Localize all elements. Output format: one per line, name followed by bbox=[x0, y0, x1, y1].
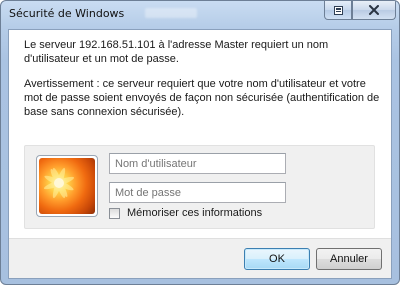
cancel-button[interactable]: Annuler bbox=[316, 248, 382, 270]
help-icon bbox=[333, 5, 343, 15]
dialog-body: Le serveur 192.168.51.101 à l'adresse Ma… bbox=[8, 29, 392, 279]
user-avatar bbox=[36, 155, 98, 217]
credential-panel: Mémoriser ces informations bbox=[24, 145, 375, 229]
title-bar[interactable]: Sécurité de Windows bbox=[1, 1, 399, 29]
remember-checkbox[interactable] bbox=[109, 207, 120, 219]
security-warning: Avertissement : ce serveur requiert que … bbox=[24, 78, 380, 118]
window-title: Sécurité de Windows bbox=[9, 7, 125, 20]
windows-security-dialog: Sécurité de Windows Le serveur 192.168.5… bbox=[0, 0, 400, 285]
server-message: Le serveur 192.168.51.101 à l'adresse Ma… bbox=[24, 39, 329, 65]
user-flower-avatar-icon bbox=[39, 158, 95, 214]
ok-button[interactable]: OK bbox=[244, 248, 310, 270]
remember-credentials-option[interactable]: Mémoriser ces informations bbox=[109, 207, 262, 219]
blurred-title-ghost bbox=[145, 8, 197, 18]
remember-label: Mémoriser ces informations bbox=[127, 207, 263, 219]
help-button[interactable] bbox=[324, 1, 352, 20]
username-field[interactable] bbox=[109, 153, 286, 174]
dialog-footer: OK Annuler bbox=[9, 238, 391, 278]
close-button[interactable] bbox=[352, 1, 396, 20]
password-field[interactable] bbox=[109, 182, 286, 203]
close-icon bbox=[369, 5, 379, 15]
